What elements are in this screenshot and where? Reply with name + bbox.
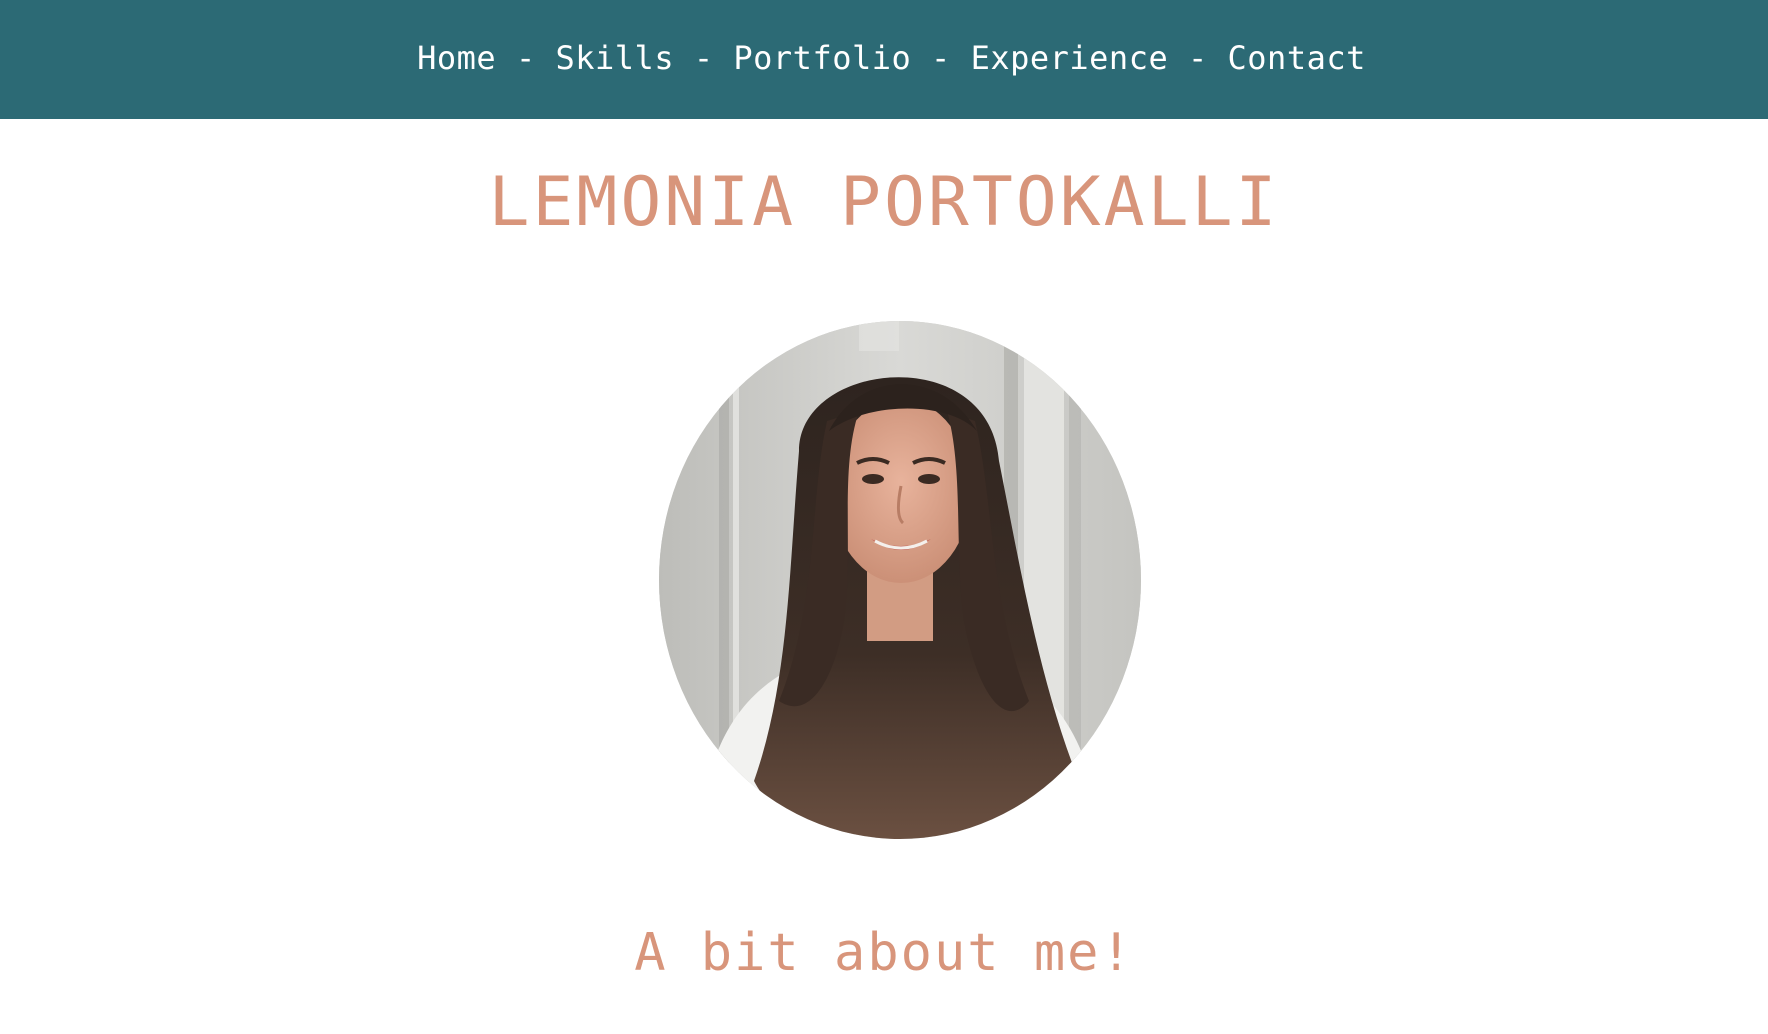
nav-separator: - xyxy=(911,38,971,77)
page-title: LEMONIA PORTOKALLI xyxy=(488,163,1280,242)
profile-photo xyxy=(659,321,1141,839)
nav-link-portfolio[interactable]: Portfolio xyxy=(733,39,911,77)
profile-photo-illustration xyxy=(659,321,1141,839)
nav-link-home[interactable]: Home xyxy=(417,39,496,77)
nav-link-experience[interactable]: Experience xyxy=(971,39,1169,77)
nav-link-skills[interactable]: Skills xyxy=(555,39,674,77)
nav-separator: - xyxy=(674,38,734,77)
nav-link-contact[interactable]: Contact xyxy=(1228,39,1366,77)
top-navigation-bar: Home - Skills - Portfolio - Experience -… xyxy=(0,0,1768,119)
nav-links: Home - Skills - Portfolio - Experience -… xyxy=(417,39,1366,77)
nav-separator: - xyxy=(1168,38,1228,77)
about-heading: A bit about me! xyxy=(634,923,1134,983)
nav-separator: - xyxy=(496,38,556,77)
